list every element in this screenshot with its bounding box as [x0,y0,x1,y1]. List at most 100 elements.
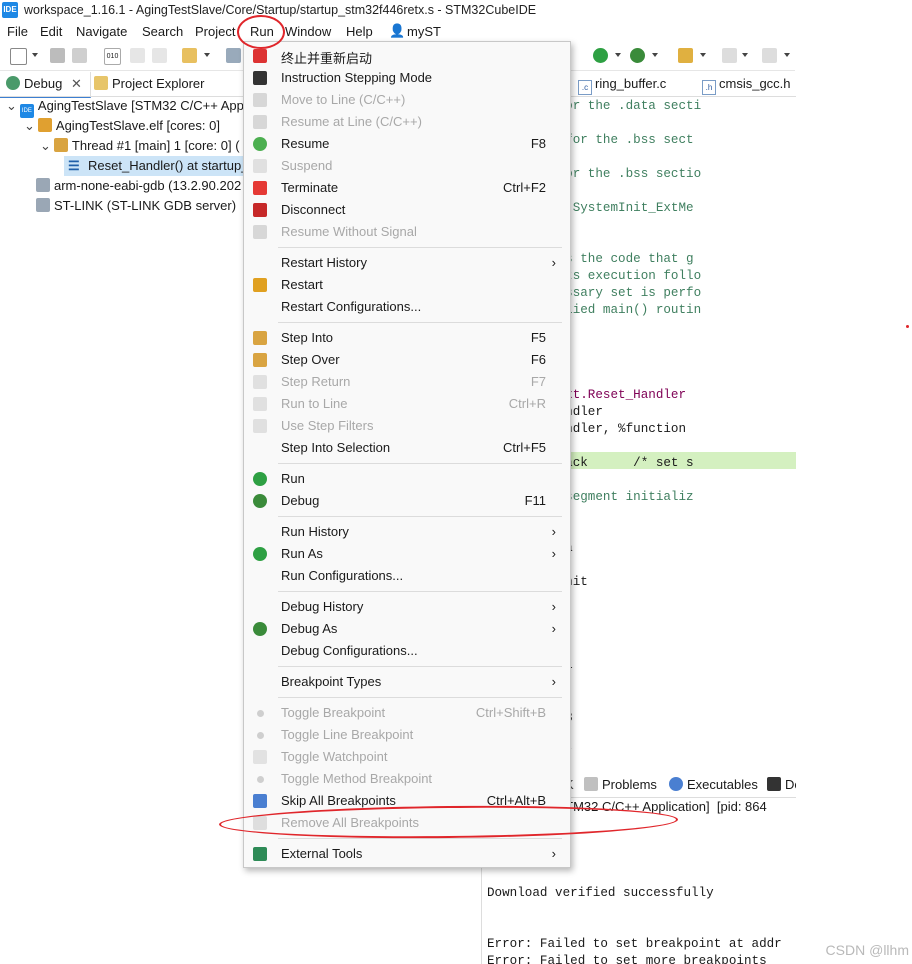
chevron-down-icon[interactable] [32,53,38,57]
tab-label: De [785,777,796,792]
run-menu-item-restart-history[interactable]: Restart History › [244,252,570,274]
prev-annotation-icon[interactable] [762,48,777,63]
menu-search[interactable]: Search [142,24,183,39]
tree-item-elf[interactable]: ⌄ AgingTestSlave.elf [cores: 0] [24,116,220,136]
chevron-down-icon[interactable]: ⌄ [40,138,51,153]
run-menu-item-move-to-line-c-c: Move to Line (C/C++) [244,89,570,111]
tab-debugger-console[interactable]: De [767,777,796,792]
menu-edit[interactable]: Edit [40,24,62,39]
binary-icon[interactable]: 010 [104,48,121,65]
folder-icon [94,76,108,90]
chevron-down-icon[interactable] [784,53,790,57]
tab-debug[interactable]: Debug ✕ [6,76,82,98]
run-menu-item-run-history[interactable]: Run History › [244,521,570,543]
run-external-icon[interactable] [630,48,645,63]
run-menu-item-label: Step Over [281,352,340,367]
run-menu-item-step-over[interactable]: Step Over F6 [244,349,570,371]
run-menu-item-run-configurations[interactable]: Run Configurations... [244,565,570,587]
new-icon[interactable] [10,48,27,65]
tree-item-stlink[interactable]: ST-LINK (ST-LINK GDB server) [36,196,236,216]
run-menu-item-external-tools[interactable]: External Tools › [244,843,570,865]
menu-separator [278,697,562,698]
run-menu-item-label: Move to Line (C/C++) [281,92,406,107]
tab-cmsis-gcc[interactable]: .h cmsis_gcc.h [702,76,791,95]
executables-icon [669,777,683,791]
shortcut-label: F5 [530,330,546,345]
run-menu-item-restart-configurations[interactable]: Restart Configurations... [244,296,570,318]
tree-item-gdb[interactable]: arm-none-eabi-gdb (13.2.90.202 [36,176,241,196]
tab-label: Executables [687,777,758,792]
run-menu-item-debug-history[interactable]: Debug History › [244,596,570,618]
tree-item-thread[interactable]: ⌄ Thread #1 [main] 1 [core: 0] ( [40,136,240,156]
close-icon[interactable]: ✕ [71,76,82,91]
tree-item-launch[interactable]: ⌄ IDE AgingTestSlave [STM32 C/C++ App [6,96,244,118]
tab-project-explorer[interactable]: Project Explorer [94,76,204,98]
debug-as-icon [253,622,267,636]
tab-problems[interactable]: Problems [584,777,657,792]
tree-item-frame[interactable]: ☰ Reset_Handler() at startup_ [64,156,248,176]
save-icon[interactable] [50,48,65,63]
run-menu-item-label: Restart History [281,255,367,270]
chevron-down-icon[interactable] [742,53,748,57]
run-menu-item-label: Resume [281,136,330,151]
run-menu-item-debug-as[interactable]: Debug As › [244,618,570,640]
chevron-down-icon[interactable]: ⌄ [24,118,35,133]
chevron-down-icon[interactable]: ⌄ [6,98,17,113]
menu-help[interactable]: Help [346,24,373,39]
watchpoint-icon [253,750,267,764]
menu-navigate[interactable]: Navigate [76,24,127,39]
shortcut-label: Ctrl+F5 [503,440,546,455]
menu-myst[interactable]: myST [407,24,441,39]
undo-icon[interactable] [130,48,145,63]
tab-executables[interactable]: Executables [669,777,758,792]
console-line: Download verified successfully [487,886,714,900]
redo-icon[interactable] [152,48,167,63]
chevron-down-icon[interactable] [700,53,706,57]
chevron-down-icon[interactable] [615,53,621,57]
tab-label: Problems [602,777,657,792]
stack-frame-icon: ☰ [68,158,80,173]
annotation-circle [237,15,285,49]
toolbar-icon[interactable] [226,48,241,63]
shortcut-label: F11 [524,493,546,508]
refresh-icon[interactable] [182,48,197,63]
run-menu-item-step-into-selection[interactable]: Step Into Selection Ctrl+F5 [244,437,570,459]
suspend-icon [253,159,267,173]
run-menu-item-label: Toggle Breakpoint [281,705,386,720]
run-menu-item-toggle-line-breakpoint: Toggle Line Breakpoint [244,724,570,746]
problems-icon [584,777,598,791]
chevron-right-icon: › [551,674,556,689]
terminate-relaunch-icon [253,49,267,63]
menu-file[interactable]: File [7,24,28,39]
run-to-line-icon [253,397,267,411]
wand-icon[interactable] [678,48,693,63]
chevron-down-icon[interactable] [652,53,658,57]
run-menu-item-instruction-stepping-mode[interactable]: Instruction Stepping Mode [244,67,570,89]
chevron-down-icon[interactable] [204,53,210,57]
tab-ring-buffer[interactable]: .c ring_buffer.c [578,76,666,95]
run-menu-item-run[interactable]: Run [244,468,570,490]
run-menu-item-label: Breakpoint Types [281,674,382,689]
run-menu-item-toggle-breakpoint: Toggle Breakpoint Ctrl+Shift+B [244,702,570,724]
menu-window[interactable]: Window [285,24,331,39]
run-menu-item-label: Debug History [281,599,364,614]
run-menu-item-step-into[interactable]: Step Into F5 [244,327,570,349]
run-menu-item-debug[interactable]: Debug F11 [244,490,570,512]
menu-project[interactable]: Project [195,24,235,39]
run-menu-item-disconnect[interactable]: Disconnect [244,199,570,221]
run-menu-item-resume-at-line-c-c: Resume at Line (C/C++) [244,111,570,133]
run-menu-item-label: Step Into [281,330,334,345]
run-icon[interactable] [593,48,608,63]
menu-bar: File Edit Navigate Search Project Run Wi… [0,22,795,42]
run-menu-item-breakpoint-types[interactable]: Breakpoint Types › [244,671,570,693]
run-menu-item-restart[interactable]: Restart [244,274,570,296]
step-filters-icon [253,419,267,433]
run-menu-item-terminate[interactable]: Terminate Ctrl+F2 [244,177,570,199]
run-menu-item-terminate-relaunch[interactable]: 终止并重新启动 [244,45,570,67]
next-annotation-icon[interactable] [722,48,737,63]
server-process-icon [36,198,50,212]
run-menu-item-debug-configurations[interactable]: Debug Configurations... [244,640,570,662]
save-all-icon[interactable] [72,48,87,63]
run-menu-item-resume[interactable]: Resume F8 [244,133,570,155]
run-menu-item-run-as[interactable]: Run As › [244,543,570,565]
